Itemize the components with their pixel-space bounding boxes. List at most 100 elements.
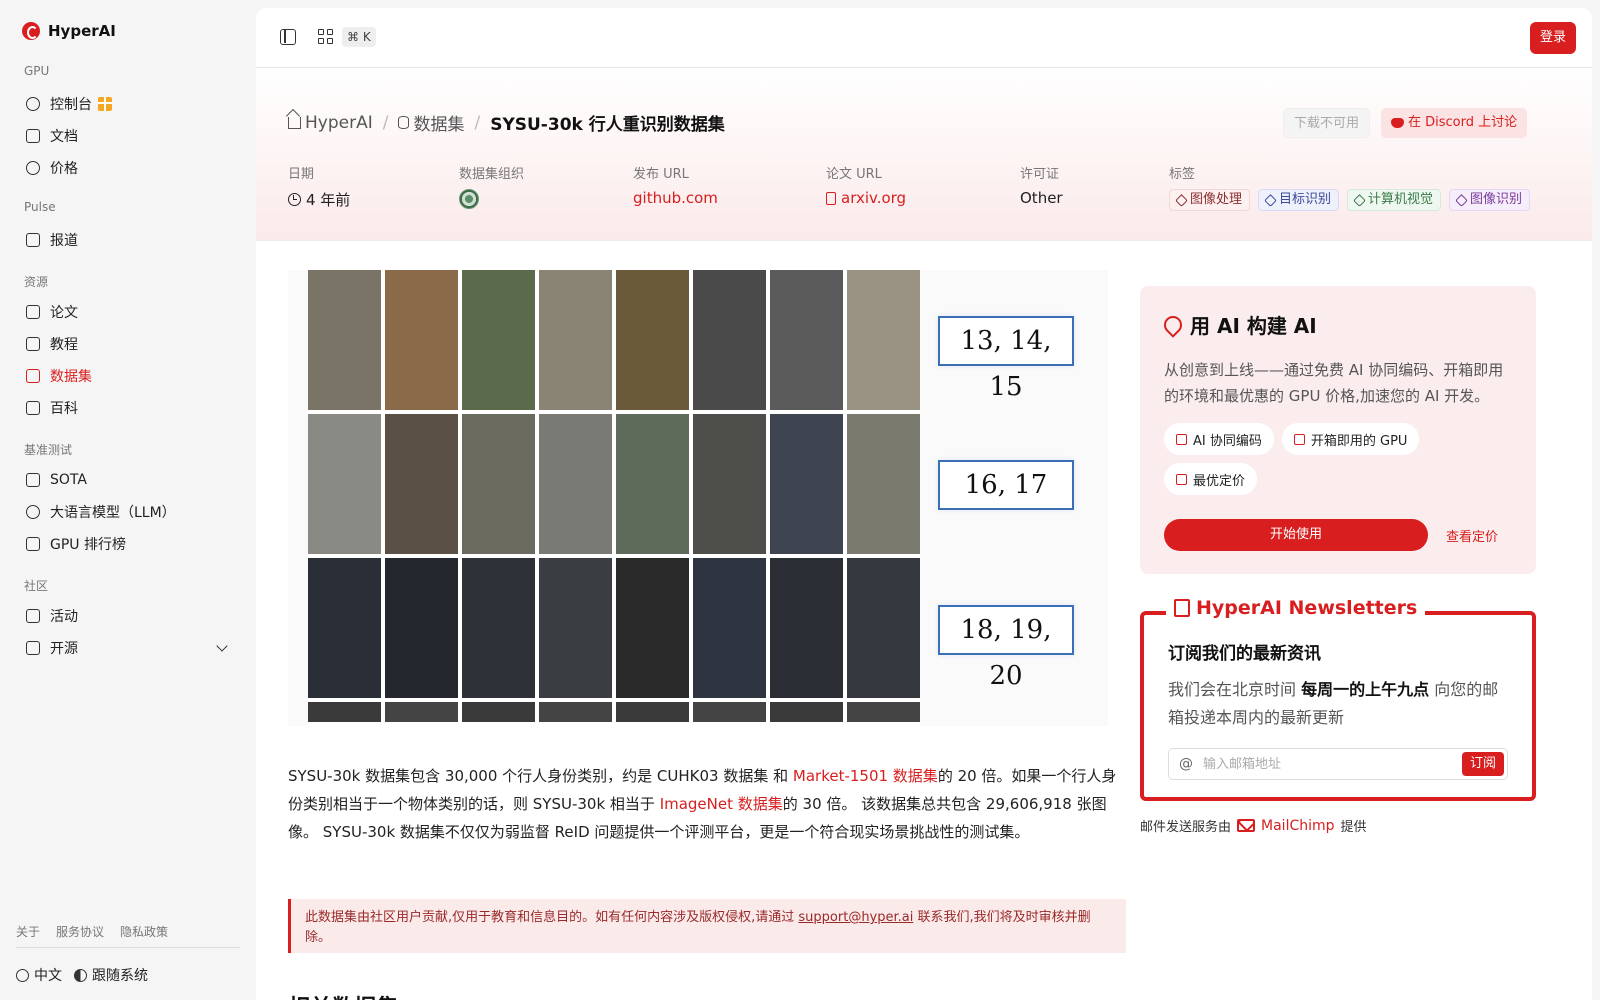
support-email-link[interactable]: support@hyper.ai bbox=[798, 910, 913, 925]
paper-link-label: arxiv.org bbox=[841, 189, 907, 207]
sidebar-item-label: 控制台 bbox=[50, 97, 92, 113]
sidebar-item-sota[interactable]: SOTA bbox=[16, 465, 240, 495]
tag-label: 目标识别 bbox=[1279, 192, 1332, 207]
footer-link-terms[interactable]: 服务协议 bbox=[56, 923, 104, 940]
sidebar-item-papers[interactable]: 论文 bbox=[16, 297, 240, 327]
meta-label: 发布 URL bbox=[633, 167, 689, 182]
view-pricing-link[interactable]: 查看定价 bbox=[1446, 526, 1498, 545]
footer-links: 关于 服务协议 隐私政策 bbox=[16, 923, 168, 940]
sidebar-item-news[interactable]: 报道 bbox=[16, 225, 240, 255]
tag-computer-vision[interactable]: 计算机视觉 bbox=[1347, 189, 1442, 211]
frame-label: 13, 14, 15 bbox=[938, 316, 1074, 402]
ai-card-title: 用 AI 构建 AI bbox=[1160, 310, 1512, 339]
breadcrumb-datasets[interactable]: 数据集 bbox=[398, 110, 464, 135]
tag-icon bbox=[1264, 193, 1277, 207]
sidebar-item-label: 数据集 bbox=[50, 369, 92, 385]
tag-image-recognition[interactable]: 图像识别 bbox=[1449, 189, 1531, 211]
chip-icon bbox=[26, 537, 40, 551]
license-value: Other bbox=[1020, 189, 1063, 207]
book-icon bbox=[26, 337, 40, 351]
brand-logo[interactable]: HyperAI bbox=[22, 22, 116, 40]
download-button[interactable]: 下载不可用 bbox=[1283, 108, 1371, 138]
subscribe-button[interactable]: 订阅 bbox=[1461, 752, 1504, 776]
frame-label: 16, 17 bbox=[938, 460, 1074, 510]
sidebar-item-datasets[interactable]: 数据集 bbox=[16, 361, 240, 391]
apps-grid-icon[interactable] bbox=[318, 29, 334, 45]
dollar-icon bbox=[26, 161, 40, 175]
tag-list: 图像处理 目标识别 计算机视觉 图像识别 bbox=[1169, 189, 1531, 211]
copyright-notice: 此数据集由社区用户贡献,仅用于教育和信息目的。如有任何内容涉及版权侵权,请通过 … bbox=[288, 899, 1126, 953]
breadcrumb-separator: / bbox=[474, 112, 481, 133]
newsletter-box: HyperAI Newsletters 订阅我们的最新资讯 我们会在北京时间 每… bbox=[1140, 597, 1536, 801]
breadcrumb: HyperAI / 数据集 / SYSU-30k 行人重识别数据集 bbox=[288, 110, 725, 135]
chip-pricing: 最优定价 bbox=[1164, 463, 1258, 495]
sidebar-item-label: GPU 排行榜 bbox=[50, 537, 126, 553]
sidebar-item-pricing[interactable]: 价格 bbox=[16, 153, 240, 183]
meta-label: 数据集组织 bbox=[459, 167, 525, 182]
theme-switcher[interactable]: 跟随系统 bbox=[74, 965, 148, 985]
description-text: SYSU-30k 数据集包含 30,000 个行人身份类别，约是 CUHK03 … bbox=[288, 767, 793, 785]
tag-image-processing[interactable]: 图像处理 bbox=[1169, 189, 1251, 211]
newsletter-desc-text: 我们会在北京时间 bbox=[1168, 680, 1302, 699]
meta-label: 日期 bbox=[288, 167, 315, 182]
imagenet-link[interactable]: ImageNet 数据集 bbox=[660, 795, 783, 813]
meta-org: 数据集组织 bbox=[459, 163, 524, 209]
release-link[interactable]: github.com bbox=[633, 189, 718, 207]
tag-object-recognition[interactable]: 目标识别 bbox=[1258, 189, 1340, 211]
chip-label: 最优定价 bbox=[1193, 473, 1246, 489]
paper-link[interactable]: arxiv.org bbox=[826, 189, 906, 207]
sidebar-item-console[interactable]: 控制台 bbox=[16, 89, 240, 119]
login-button[interactable]: 登录 bbox=[1529, 22, 1576, 54]
server-icon bbox=[1293, 433, 1305, 445]
chip-ai-coding: AI 协同编码 bbox=[1164, 423, 1274, 455]
section-title-resources: 资源 bbox=[24, 275, 49, 289]
database-icon bbox=[26, 369, 40, 383]
email-input[interactable] bbox=[1203, 756, 1453, 772]
get-started-button[interactable]: 开始使用 bbox=[1164, 519, 1428, 551]
footer-divider bbox=[16, 947, 240, 948]
sidebar-item-label: 开源 bbox=[50, 641, 78, 657]
sidebar-item-gpu-leaderboard[interactable]: GPU 排行榜 bbox=[16, 529, 240, 559]
sidebar-item-llm[interactable]: 大语言模型（LLM） bbox=[16, 497, 240, 527]
tag-label: 图像识别 bbox=[1470, 192, 1523, 207]
date-value: 4 年前 bbox=[306, 191, 351, 209]
at-icon: @ bbox=[1179, 756, 1193, 772]
organization-logo[interactable] bbox=[459, 189, 479, 209]
search-shortcut[interactable]: ⌘ K bbox=[342, 27, 376, 47]
mailchimp-link[interactable]: MailChimp bbox=[1237, 818, 1335, 834]
newsletter-subtitle: 订阅我们的最新资讯 bbox=[1168, 644, 1321, 664]
chip-gpu: 开箱即用的 GPU bbox=[1281, 423, 1420, 455]
database-icon bbox=[398, 116, 410, 129]
chip-label: AI 协同编码 bbox=[1193, 433, 1262, 449]
footer-link-about[interactable]: 关于 bbox=[16, 923, 40, 940]
chevron-down-icon bbox=[216, 640, 228, 652]
newsletter-legend: HyperAI Newsletters bbox=[1166, 597, 1426, 619]
meta-paper-url: 论文 URL arxiv.org bbox=[826, 163, 906, 207]
rocket-icon bbox=[1160, 311, 1186, 338]
newsletter-schedule: 每周一的上午九点 bbox=[1301, 680, 1430, 699]
doc-icon bbox=[26, 129, 40, 143]
discord-label: 在 Discord 上讨论 bbox=[1408, 115, 1518, 130]
sidebar-item-docs[interactable]: 文档 bbox=[16, 121, 240, 151]
tag-icon bbox=[1353, 193, 1366, 207]
sidebar-item-tutorials[interactable]: 教程 bbox=[16, 329, 240, 359]
section-title-gpu: GPU bbox=[24, 64, 50, 78]
dataset-description: SYSU-30k 数据集包含 30,000 个行人身份类别，约是 CUHK03 … bbox=[288, 762, 1128, 846]
sidebar-item-label: 活动 bbox=[50, 609, 78, 625]
theme-icon bbox=[74, 968, 87, 982]
mail-icon bbox=[1237, 819, 1256, 832]
sidebar-item-events[interactable]: 活动 bbox=[16, 601, 240, 631]
language-switcher[interactable]: 中文 bbox=[16, 965, 62, 985]
footer-link-privacy[interactable]: 隐私政策 bbox=[120, 923, 168, 940]
paper-icon bbox=[26, 305, 40, 319]
market1501-link[interactable]: Market-1501 数据集 bbox=[793, 767, 938, 785]
meta-label: 许可证 bbox=[1020, 167, 1060, 182]
frame-label: 18, 19, 20 bbox=[938, 605, 1074, 691]
email-form: @ 订阅 bbox=[1168, 748, 1508, 780]
sidebar-item-open-source[interactable]: 开源 bbox=[16, 633, 240, 663]
sidebar-item-wiki[interactable]: 百科 bbox=[16, 393, 240, 423]
breadcrumb-home[interactable]: HyperAI bbox=[288, 113, 373, 133]
news-icon bbox=[26, 233, 40, 247]
discord-button[interactable]: 在 Discord 上讨论 bbox=[1381, 108, 1528, 138]
sidebar-toggle-icon[interactable] bbox=[280, 29, 296, 45]
